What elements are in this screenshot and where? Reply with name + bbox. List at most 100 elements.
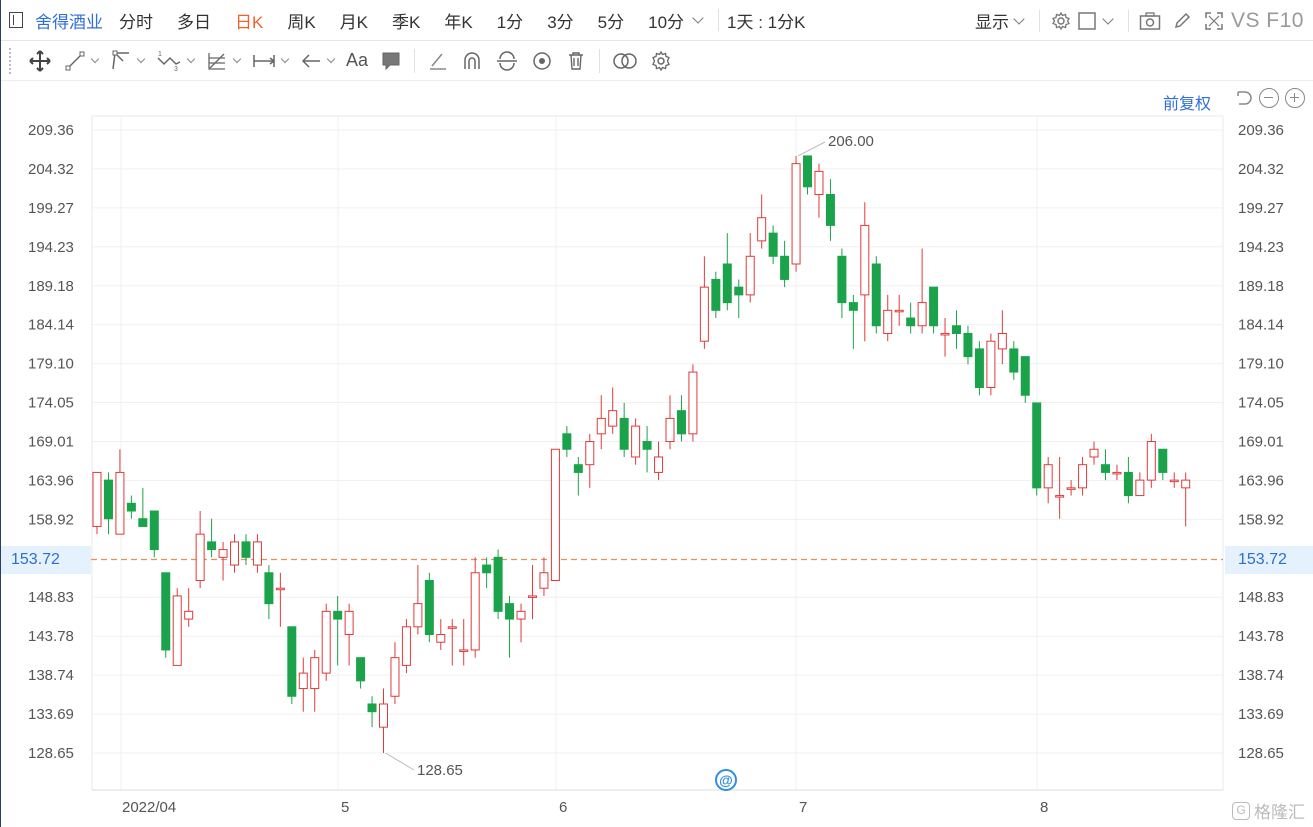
candle[interactable] xyxy=(1181,472,1191,527)
candle[interactable] xyxy=(699,256,709,349)
candle[interactable] xyxy=(562,426,572,457)
candle[interactable] xyxy=(207,518,217,558)
candle[interactable] xyxy=(1158,448,1168,481)
candle[interactable] xyxy=(1146,433,1156,488)
candle[interactable] xyxy=(252,534,262,573)
candle[interactable] xyxy=(184,588,194,627)
candle[interactable] xyxy=(1123,456,1133,504)
candle[interactable] xyxy=(310,649,320,712)
candle[interactable] xyxy=(986,333,996,396)
candle[interactable] xyxy=(814,163,824,218)
candle[interactable] xyxy=(241,534,251,566)
candle[interactable] xyxy=(940,318,950,357)
candle[interactable] xyxy=(1032,402,1042,496)
plot-frame xyxy=(91,115,1224,791)
candle[interactable] xyxy=(436,619,446,650)
candle[interactable] xyxy=(390,642,400,704)
candle[interactable] xyxy=(527,565,537,620)
candle[interactable] xyxy=(459,619,469,666)
candlestick-chart[interactable]: 209.36 209.36 204.32 204.32 199.27 199.27 194.… xyxy=(1,0,1313,827)
candle[interactable] xyxy=(952,310,961,349)
candle[interactable] xyxy=(860,202,870,342)
candle[interactable] xyxy=(264,565,274,620)
candle[interactable] xyxy=(1089,441,1099,465)
candle[interactable] xyxy=(780,240,790,288)
candle[interactable] xyxy=(917,248,927,334)
at-icon[interactable]: @ xyxy=(715,769,737,791)
candle[interactable] xyxy=(929,286,939,334)
candle[interactable] xyxy=(126,495,136,519)
candle-body xyxy=(997,332,1007,350)
candle[interactable] xyxy=(379,688,388,753)
candle[interactable] xyxy=(115,449,125,535)
candle[interactable] xyxy=(424,572,434,643)
candle[interactable] xyxy=(848,294,858,349)
candle[interactable] xyxy=(356,657,366,689)
candle[interactable] xyxy=(103,472,113,535)
candle[interactable] xyxy=(608,387,618,434)
candle[interactable] xyxy=(413,565,423,635)
candle[interactable] xyxy=(275,572,285,627)
candle[interactable] xyxy=(195,511,205,589)
candle-body xyxy=(608,410,618,427)
candle[interactable] xyxy=(803,155,813,195)
candle[interactable] xyxy=(92,471,102,535)
candle[interactable] xyxy=(825,179,835,241)
candle[interactable] xyxy=(1020,356,1030,403)
candle[interactable] xyxy=(974,341,984,396)
candle[interactable] xyxy=(1043,456,1053,504)
candle[interactable] xyxy=(149,510,159,558)
candle[interactable] xyxy=(1055,456,1065,519)
candle[interactable] xyxy=(482,557,492,589)
candle[interactable] xyxy=(1135,472,1145,497)
candle[interactable] xyxy=(745,233,755,303)
candle[interactable] xyxy=(1112,464,1122,481)
candle[interactable] xyxy=(401,619,411,674)
candle[interactable] xyxy=(321,603,331,681)
candle[interactable] xyxy=(837,248,847,319)
candle[interactable] xyxy=(722,233,732,311)
candle[interactable] xyxy=(619,402,629,457)
candle[interactable] xyxy=(539,557,549,596)
candle[interactable] xyxy=(1078,456,1088,496)
candle[interactable] xyxy=(768,225,778,265)
candle[interactable] xyxy=(470,557,480,658)
candle[interactable] xyxy=(1169,472,1179,488)
candle[interactable] xyxy=(505,595,515,658)
candle[interactable] xyxy=(1100,449,1110,481)
candle[interactable] xyxy=(218,541,228,581)
candle[interactable] xyxy=(631,418,641,465)
candle[interactable] xyxy=(585,433,595,488)
candle[interactable] xyxy=(138,487,148,527)
candle[interactable] xyxy=(287,626,297,704)
candle[interactable] xyxy=(1066,480,1076,496)
candle[interactable] xyxy=(550,448,560,581)
candle[interactable] xyxy=(757,194,767,249)
candle[interactable] xyxy=(894,294,904,326)
candle[interactable] xyxy=(573,456,583,496)
candle[interactable] xyxy=(172,588,182,666)
candle-body xyxy=(619,417,629,450)
candle[interactable] xyxy=(734,279,744,319)
candle[interactable] xyxy=(344,603,354,666)
y-tick-label-left: 174.05 xyxy=(28,395,74,412)
candle[interactable] xyxy=(906,302,916,334)
candle[interactable] xyxy=(871,256,881,334)
candle[interactable] xyxy=(883,294,893,342)
candle[interactable] xyxy=(447,619,457,666)
candle[interactable] xyxy=(493,549,503,620)
candle[interactable] xyxy=(791,155,801,272)
candle[interactable] xyxy=(997,310,1007,365)
candle[interactable] xyxy=(1009,341,1019,380)
candle[interactable] xyxy=(654,441,664,481)
candle[interactable] xyxy=(963,325,973,365)
candle[interactable] xyxy=(688,364,698,442)
candle[interactable] xyxy=(367,696,377,728)
candle[interactable] xyxy=(333,595,343,666)
candle[interactable] xyxy=(230,534,240,573)
candle[interactable] xyxy=(711,271,721,319)
candle[interactable] xyxy=(298,657,308,712)
candle[interactable] xyxy=(665,395,675,450)
candle[interactable] xyxy=(161,572,171,658)
candle[interactable] xyxy=(642,426,652,473)
